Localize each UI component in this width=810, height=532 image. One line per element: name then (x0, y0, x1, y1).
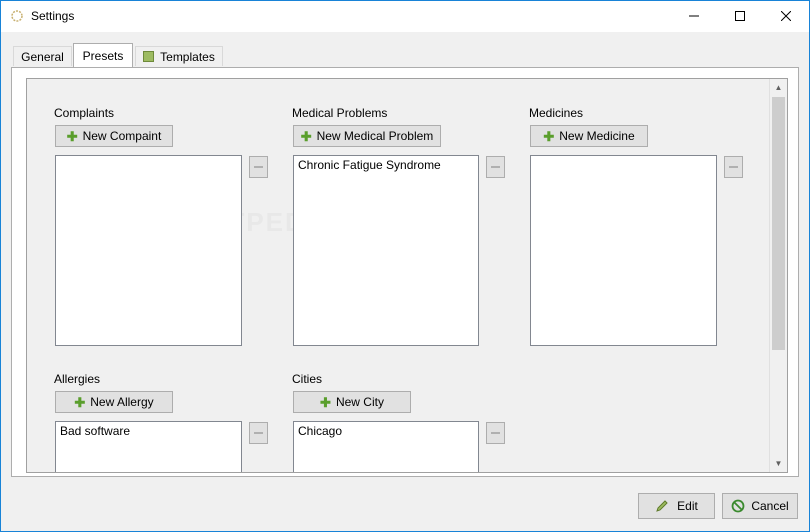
list-item[interactable]: Chicago (298, 424, 474, 438)
new-medicine-button[interactable]: ✚ New Medicine (530, 125, 648, 147)
plus-icon: ✚ (66, 128, 78, 144)
cancel-button[interactable]: Cancel (722, 493, 798, 519)
remove-medicine-button[interactable] (724, 156, 743, 178)
tab-label: Templates (160, 49, 215, 64)
presets-scroll-area: SOFTPEDIA Complaints ✚ New Compaint Medi… (26, 78, 788, 473)
minus-icon (254, 166, 263, 168)
new-medical-problem-button[interactable]: ✚ New Medical Problem (293, 125, 441, 147)
plus-icon: ✚ (320, 394, 331, 410)
button-label: Edit (677, 499, 698, 513)
complaints-list[interactable] (55, 155, 242, 346)
list-item[interactable]: Bad software (60, 424, 237, 438)
cities-list[interactable]: Chicago (293, 421, 479, 472)
window-title: Settings (31, 9, 75, 23)
tab-strip: General Presets Templates (1, 32, 809, 68)
complaints-label: Complaints (54, 106, 115, 120)
remove-medical-problem-button[interactable] (486, 156, 505, 178)
close-button[interactable] (763, 1, 809, 31)
vertical-scrollbar[interactable]: ▲ ▼ (769, 79, 787, 472)
maximize-icon (735, 11, 745, 21)
medical-problems-label: Medical Problems (292, 106, 388, 120)
remove-city-button[interactable] (486, 422, 505, 444)
cancel-icon (731, 499, 745, 513)
pencil-icon (656, 500, 668, 512)
new-allergy-button[interactable]: ✚ New Allergy (55, 391, 173, 413)
medicines-label: Medicines (529, 106, 584, 120)
cities-label: Cities (292, 372, 323, 386)
maximize-button[interactable] (717, 1, 763, 31)
tab-label: Presets (82, 48, 124, 63)
plus-icon: ✚ (74, 394, 86, 410)
presets-panel: SOFTPEDIA Complaints ✚ New Compaint Medi… (11, 67, 799, 477)
tab-general[interactable]: General (13, 46, 72, 66)
allergies-list[interactable]: Bad software (55, 421, 242, 472)
button-label: New Medicine (559, 129, 635, 143)
tab-presets[interactable]: Presets (73, 43, 133, 67)
app-gear-icon (11, 10, 23, 22)
medical-problems-list[interactable]: Chronic Fatigue Syndrome (293, 155, 479, 346)
button-label: New Medical Problem (316, 129, 434, 143)
list-item[interactable]: Chronic Fatigue Syndrome (298, 158, 474, 172)
scroll-up-arrow-icon[interactable]: ▲ (770, 79, 787, 96)
close-icon (781, 11, 791, 21)
scroll-down-arrow-icon[interactable]: ▼ (770, 455, 787, 472)
medicines-list[interactable] (530, 155, 717, 346)
edit-button[interactable]: Edit (638, 493, 715, 519)
minimize-icon (689, 15, 699, 17)
title-bar: Settings (1, 1, 809, 32)
new-complaint-button[interactable]: ✚ New Compaint (55, 125, 173, 147)
plus-icon: ✚ (543, 128, 555, 144)
minus-icon (491, 432, 500, 434)
minus-icon (729, 166, 738, 168)
scrollbar-thumb[interactable] (772, 97, 785, 350)
button-label: New Allergy (90, 395, 154, 409)
template-icon (143, 51, 155, 62)
button-label: New Compaint (82, 129, 162, 143)
remove-allergy-button[interactable] (249, 422, 268, 444)
button-label: New City (335, 395, 384, 409)
settings-window: Settings General Presets Templates SOFTP… (0, 0, 810, 532)
minimize-button[interactable] (671, 1, 717, 31)
tab-templates[interactable]: Templates (135, 46, 223, 66)
allergies-label: Allergies (54, 372, 101, 386)
button-label: Cancel (751, 499, 789, 513)
new-city-button[interactable]: ✚ New City (293, 391, 411, 413)
minus-icon (254, 432, 263, 434)
plus-icon: ✚ (300, 128, 312, 144)
tab-label: General (21, 49, 64, 64)
minus-icon (491, 166, 500, 168)
remove-complaint-button[interactable] (249, 156, 268, 178)
